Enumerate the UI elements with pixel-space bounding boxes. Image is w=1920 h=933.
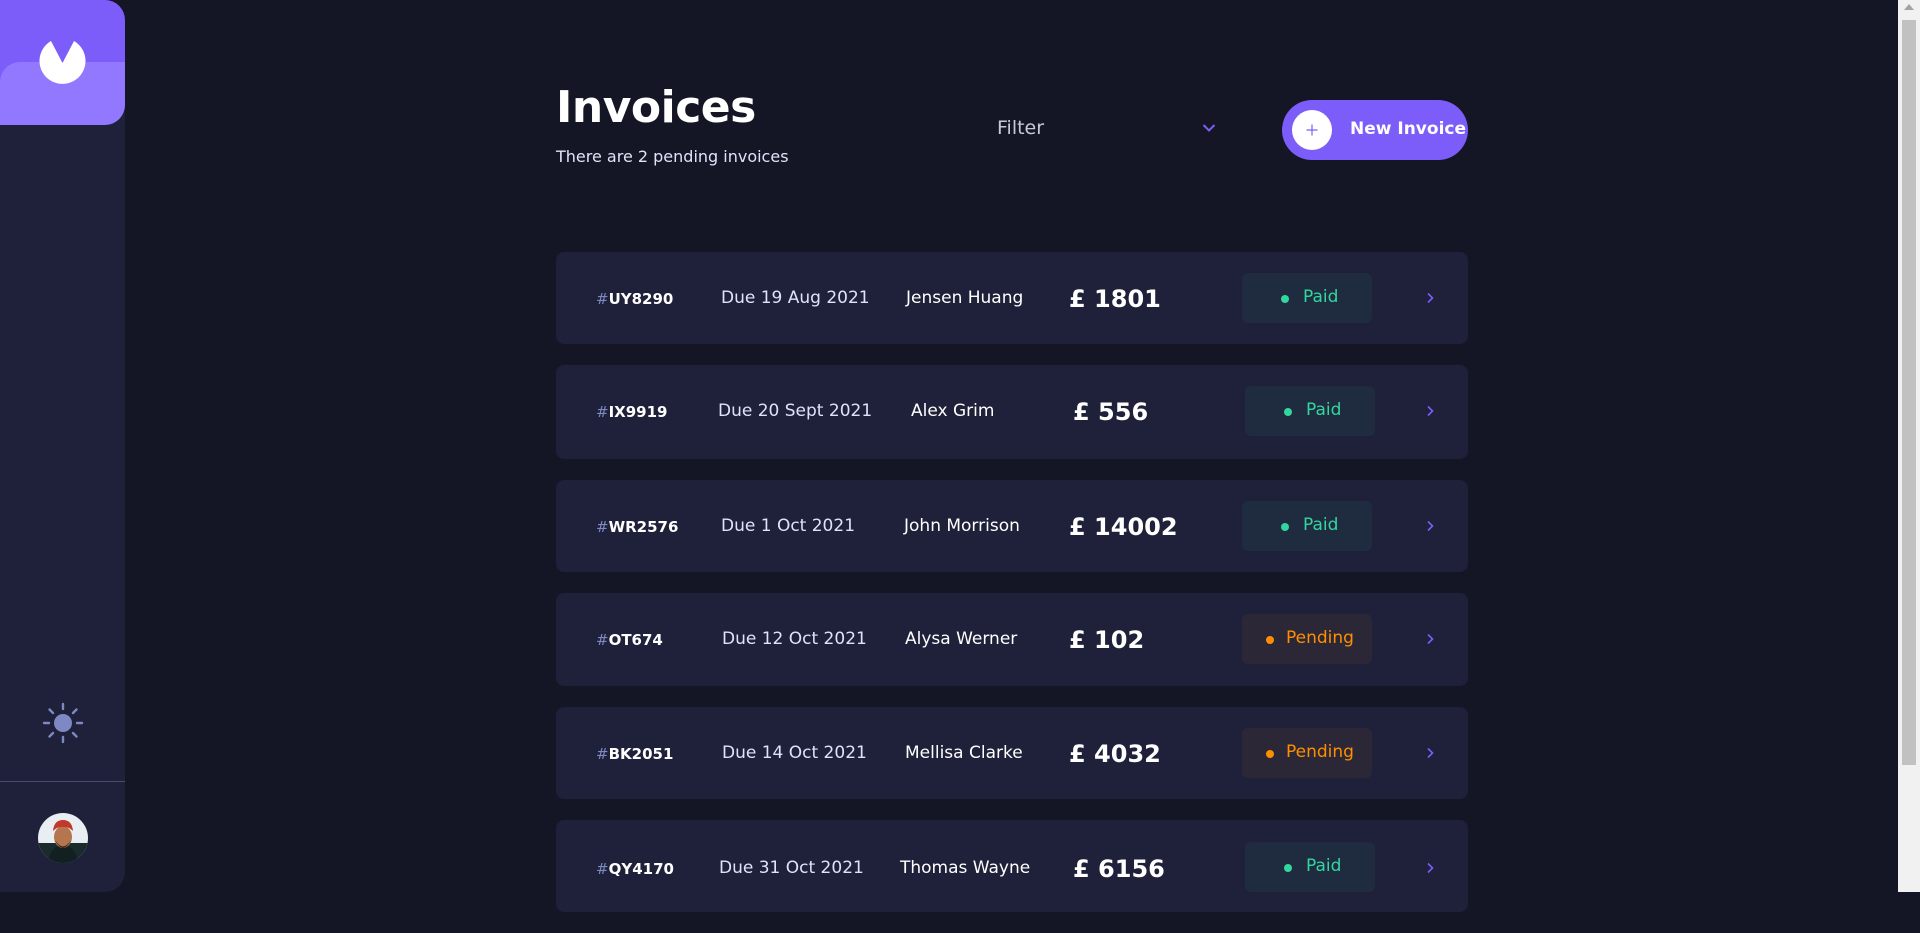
new-invoice-label: New Invoice bbox=[1350, 119, 1467, 139]
sidebar bbox=[0, 0, 125, 892]
plus-icon bbox=[1306, 124, 1318, 136]
invoice-id: #BK2051 bbox=[596, 745, 674, 763]
scroll-up-arrow-icon[interactable] bbox=[1904, 4, 1914, 10]
status-dot bbox=[1266, 636, 1274, 644]
filter-label: Filter bbox=[997, 117, 1045, 139]
invoice-due-date: Due 19 Aug 2021 bbox=[721, 288, 870, 308]
logo-icon bbox=[39, 41, 86, 84]
invoice-due-date: Due 20 Sept 2021 bbox=[718, 401, 873, 421]
theme-toggle-button[interactable] bbox=[41, 701, 85, 745]
sun-icon bbox=[42, 702, 84, 744]
chevron-right-icon bbox=[1427, 405, 1434, 417]
status-dot bbox=[1281, 295, 1289, 303]
invoice-due-date: Due 31 Oct 2021 bbox=[719, 858, 864, 878]
page-title: Invoices bbox=[556, 82, 756, 133]
chevron-right-icon bbox=[1427, 747, 1434, 759]
status-badge: Paid bbox=[1242, 273, 1372, 323]
chevron-right-icon bbox=[1427, 633, 1434, 645]
sidebar-divider bbox=[0, 781, 125, 782]
status-label: Paid bbox=[1303, 287, 1339, 307]
invoice-client-name: Mellisa Clarke bbox=[905, 743, 1023, 763]
invoice-id: #UY8290 bbox=[596, 290, 674, 308]
chevron-right-icon bbox=[1427, 292, 1434, 304]
user-avatar-image bbox=[38, 813, 88, 863]
plus-circle bbox=[1292, 110, 1332, 150]
status-dot bbox=[1284, 864, 1292, 872]
status-badge: Paid bbox=[1242, 501, 1372, 551]
invoice-row[interactable]: #BK2051 Due 14 Oct 2021 Mellisa Clarke £… bbox=[556, 707, 1468, 799]
status-label: Paid bbox=[1303, 515, 1339, 535]
invoice-id: #IX9919 bbox=[596, 403, 668, 421]
status-label: Paid bbox=[1306, 856, 1342, 876]
invoice-client-name: Thomas Wayne bbox=[900, 858, 1031, 878]
invoice-amount: £ 556 bbox=[1073, 398, 1149, 426]
scrollbar-thumb[interactable] bbox=[1902, 20, 1916, 765]
invoice-due-date: Due 1 Oct 2021 bbox=[721, 516, 856, 536]
status-badge: Pending bbox=[1242, 614, 1372, 664]
invoice-amount: £ 6156 bbox=[1073, 855, 1165, 883]
logo[interactable] bbox=[0, 0, 125, 125]
pending-count-text: There are 2 pending invoices bbox=[556, 147, 789, 166]
invoice-id: #QY4170 bbox=[596, 860, 674, 878]
status-badge: Paid bbox=[1245, 386, 1375, 436]
invoice-due-date: Due 12 Oct 2021 bbox=[722, 629, 867, 649]
invoice-amount: £ 102 bbox=[1069, 626, 1145, 654]
invoice-amount: £ 4032 bbox=[1069, 740, 1161, 768]
avatar[interactable] bbox=[38, 813, 88, 863]
scrollbar[interactable] bbox=[1898, 0, 1920, 892]
invoice-id: #OT674 bbox=[596, 631, 663, 649]
invoice-row[interactable]: #WR2576 Due 1 Oct 2021 John Morrison £ 1… bbox=[556, 480, 1468, 572]
status-label: Pending bbox=[1286, 742, 1354, 762]
status-label: Pending bbox=[1286, 628, 1354, 648]
invoice-row[interactable]: #OT674 Due 12 Oct 2021 Alysa Werner £ 10… bbox=[556, 593, 1468, 686]
invoice-amount: £ 14002 bbox=[1069, 513, 1178, 541]
invoice-id: #WR2576 bbox=[596, 518, 679, 536]
new-invoice-button[interactable]: New Invoice bbox=[1282, 100, 1468, 160]
status-dot bbox=[1266, 750, 1274, 758]
invoice-due-date: Due 14 Oct 2021 bbox=[722, 743, 867, 763]
chevron-right-icon bbox=[1427, 862, 1434, 874]
invoice-client-name: Jensen Huang bbox=[906, 288, 1024, 308]
chevron-down-icon bbox=[1202, 124, 1216, 132]
filter-dropdown[interactable]: Filter bbox=[997, 115, 1222, 145]
status-label: Paid bbox=[1306, 400, 1342, 420]
invoice-list: #UY8290 Due 19 Aug 2021 Jensen Huang £ 1… bbox=[556, 252, 1468, 933]
invoice-row[interactable]: #IX9919 Due 20 Sept 2021 Alex Grim £ 556… bbox=[556, 365, 1468, 459]
status-dot bbox=[1284, 408, 1292, 416]
invoice-row[interactable]: #UY8290 Due 19 Aug 2021 Jensen Huang £ 1… bbox=[556, 252, 1468, 344]
invoice-client-name: John Morrison bbox=[904, 516, 1020, 536]
invoice-row[interactable]: #QY4170 Due 31 Oct 2021 Thomas Wayne £ 6… bbox=[556, 820, 1468, 912]
invoice-amount: £ 1801 bbox=[1069, 285, 1161, 313]
status-dot bbox=[1281, 523, 1289, 531]
status-badge: Pending bbox=[1242, 728, 1372, 778]
invoice-client-name: Alysa Werner bbox=[905, 629, 1018, 649]
invoice-client-name: Alex Grim bbox=[911, 401, 995, 421]
status-badge: Paid bbox=[1245, 842, 1375, 892]
chevron-right-icon bbox=[1427, 520, 1434, 532]
